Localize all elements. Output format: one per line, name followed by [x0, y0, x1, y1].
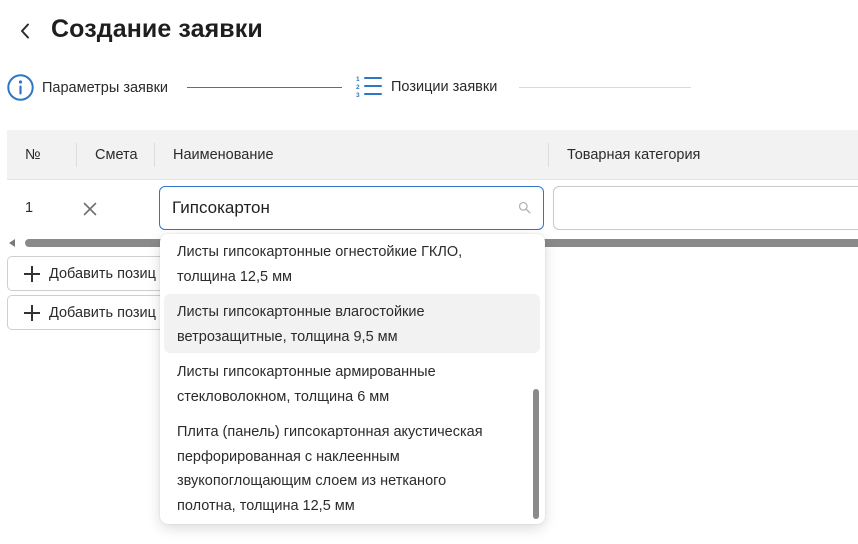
category-field[interactable]: [553, 186, 858, 230]
column-separator: [548, 143, 549, 167]
option-text-line: ветрозащитные, толщина 9,5 мм: [177, 328, 398, 345]
plus-icon: [24, 265, 40, 282]
option-text-line: толщина 12,5 мм: [177, 268, 293, 285]
option-text-line: звукопоглощающим слоем из нетканого: [177, 473, 447, 489]
name-field[interactable]: [159, 186, 544, 230]
step-parameters[interactable]: Параметры заявки: [7, 74, 168, 101]
dropdown-scrollbar-thumb[interactable]: [533, 389, 539, 519]
add-position-label: Добавить позиц: [49, 304, 156, 321]
column-separator: [154, 143, 155, 167]
step-connector: [519, 87, 691, 88]
autocomplete-dropdown: Листы гипсокартонные огнестойкие ГКЛО, т…: [160, 234, 545, 524]
scroll-left-icon[interactable]: [9, 239, 15, 247]
dropdown-option[interactable]: Плита (панель) гипсокартонная акустическ…: [164, 414, 540, 520]
remove-estimate-button[interactable]: [82, 201, 98, 217]
option-text-line: Листы гипсокартонные огнестойкие ГКЛО,: [177, 244, 463, 260]
stepper: Параметры заявки 1 2 3 Позиции заявки: [0, 70, 858, 106]
option-text-line: стекловолокном, толщина 6 мм: [177, 388, 390, 405]
table-row: 1: [7, 181, 858, 237]
chevron-left-icon: [21, 23, 29, 39]
svg-text:2: 2: [356, 84, 360, 91]
back-button[interactable]: [14, 19, 36, 43]
dropdown-option-highlighted[interactable]: Листы гипсокартонные влагостойкие ветроз…: [164, 294, 540, 353]
close-icon: [83, 202, 97, 216]
add-position-label: Добавить позиц: [49, 265, 156, 282]
column-header-estimate: Смета: [95, 147, 138, 163]
option-text-line: перфорированная с наклеенным: [177, 448, 400, 465]
add-position-button[interactable]: Добавить позиц: [7, 295, 177, 330]
column-header-number: №: [25, 147, 41, 163]
option-text-line: Листы гипсокартонные влагостойкие: [177, 304, 425, 320]
add-position-button[interactable]: Добавить позиц: [7, 256, 177, 291]
page-header: Создание заявки: [0, 0, 858, 64]
column-separator: [76, 143, 77, 167]
info-icon: [7, 74, 34, 101]
numbered-list-icon: 1 2 3: [356, 76, 382, 99]
step-label: Позиции заявки: [391, 79, 498, 95]
plus-icon: [24, 304, 40, 321]
column-header-name: Наименование: [173, 147, 274, 163]
page-title: Создание заявки: [51, 15, 263, 43]
column-header-category: Товарная категория: [567, 147, 701, 163]
dropdown-option[interactable]: Листы гипсокартонные армированные стекло…: [164, 354, 540, 412]
step-label: Параметры заявки: [42, 79, 169, 96]
step-positions[interactable]: 1 2 3 Позиции заявки: [355, 74, 497, 100]
table-header: № Смета Наименование Товарная категория: [7, 130, 858, 180]
dropdown-option[interactable]: Листы гипсокартонные огнестойкие ГКЛО, т…: [164, 234, 540, 292]
name-input[interactable]: [172, 187, 512, 228]
step-connector: [187, 87, 342, 88]
svg-text:1: 1: [356, 76, 360, 83]
option-text-line: полотна, толщина 12,5 мм: [177, 497, 355, 514]
search-icon: [518, 201, 531, 214]
row-number: 1: [25, 200, 34, 216]
option-text-line: Плита (панель) гипсокартонная акустическ…: [177, 424, 483, 440]
svg-text:3: 3: [356, 92, 360, 99]
option-text-line: Листы гипсокартонные армированные: [177, 364, 436, 380]
